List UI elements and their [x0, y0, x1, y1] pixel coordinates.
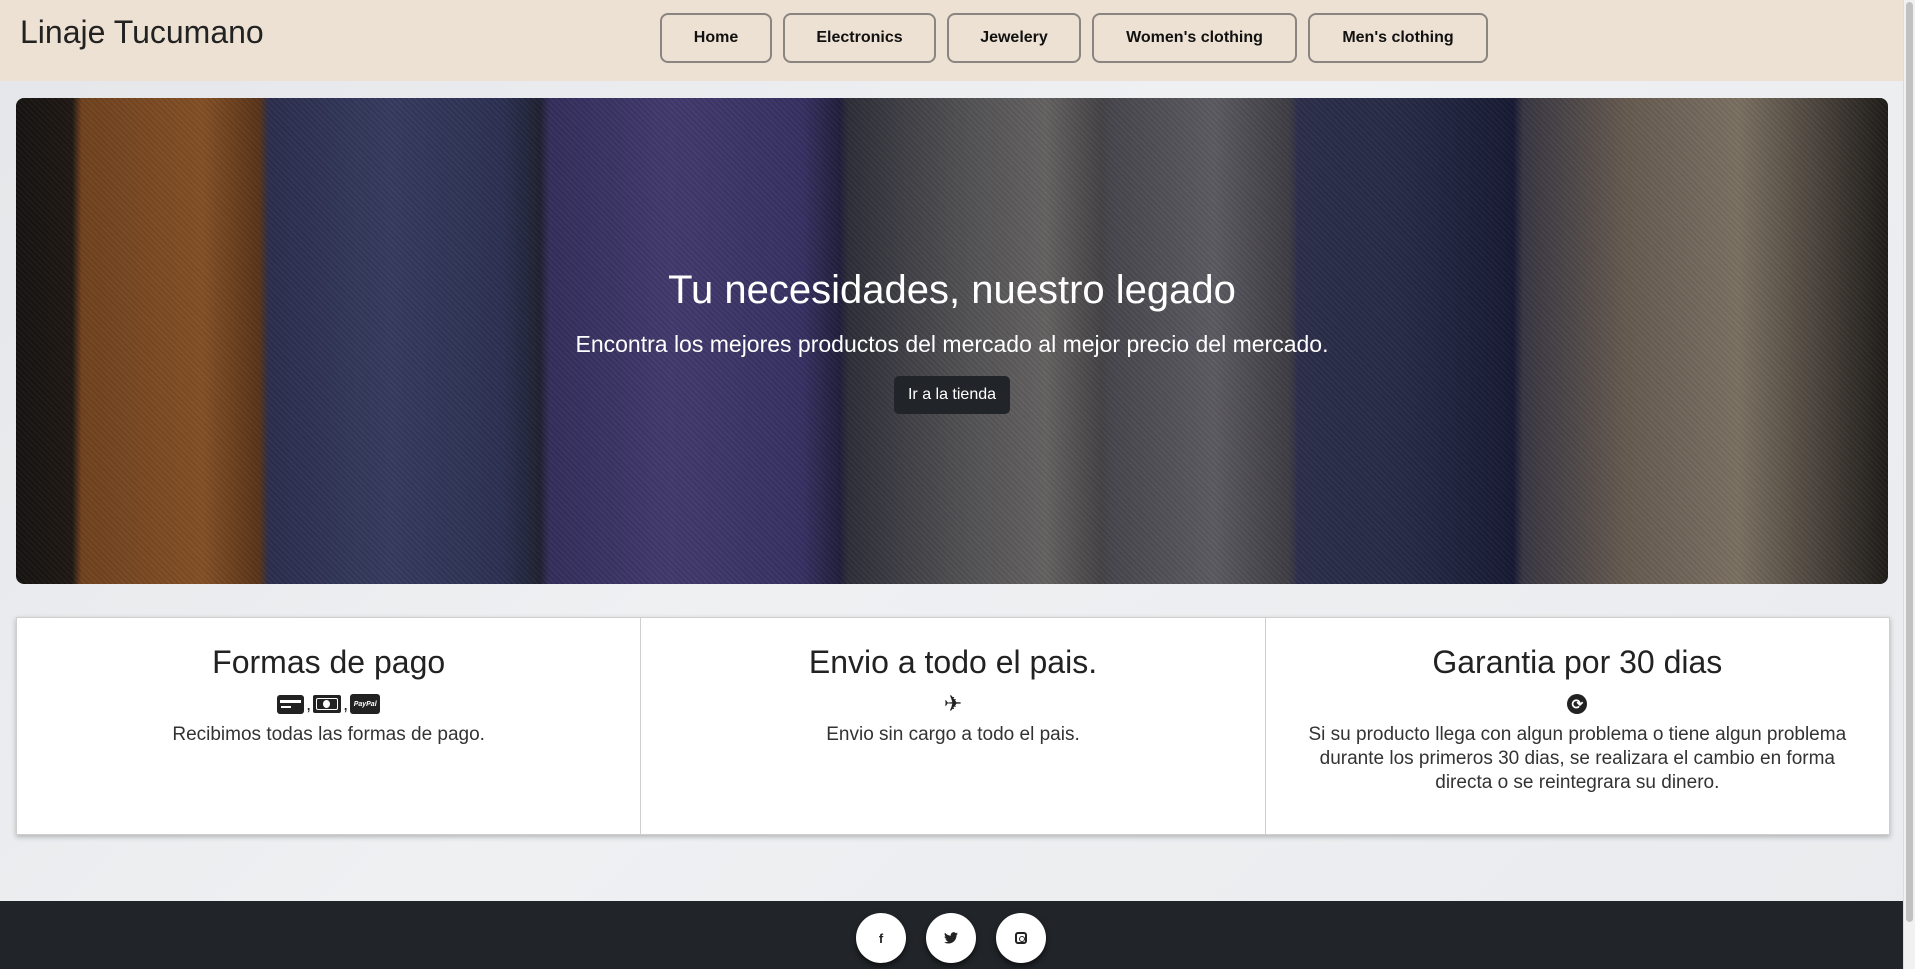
nav-mens-clothing-button[interactable]: Men's clothing [1308, 13, 1488, 63]
shipping-icons: ✈ [641, 691, 1264, 717]
footer: f [0, 901, 1904, 969]
airplane-icon: ✈ [943, 691, 963, 716]
brand-title[interactable]: Linaje Tucumano [20, 14, 264, 51]
credit-card-icon [277, 694, 305, 714]
social-links: f [856, 913, 1046, 963]
feature-payment-text: Recibimos todas las formas de pago. [172, 724, 485, 745]
feature-shipping: Envio a todo el pais. ✈ Envio sin cargo … [641, 618, 1266, 834]
cash-icon [313, 695, 342, 713]
feature-warranty: Garantia por 30 dias ⟳ Si su producto ll… [1266, 618, 1889, 834]
sync-icon: ⟳ [1567, 694, 1588, 714]
payment-icons: , , PayPal [17, 691, 640, 717]
facebook-icon[interactable]: f [856, 913, 906, 963]
feature-payment-title: Formas de pago [212, 644, 446, 680]
go-to-store-button[interactable]: Ir a la tienda [894, 376, 1010, 414]
feature-shipping-title: Envio a todo el pais. [808, 644, 1098, 680]
nav-jewelery-button[interactable]: Jewelery [947, 13, 1081, 63]
nav-home-button[interactable]: Home [660, 13, 772, 63]
paypal-icon: PayPal [350, 694, 381, 714]
twitter-icon[interactable] [926, 913, 976, 963]
page-scrollbar[interactable] [1903, 0, 1915, 969]
nav-electronics-button[interactable]: Electronics [783, 13, 936, 63]
feature-warranty-text: Si su producto llega con algun problema … [1308, 724, 1847, 793]
hero-banner: Tu necesidades, nuestro legado Encontra … [16, 98, 1888, 584]
feature-payment: Formas de pago , , PayPal Recibimos toda… [17, 618, 642, 834]
features-panel: Formas de pago , , PayPal Recibimos toda… [16, 617, 1890, 835]
feature-warranty-title: Garantia por 30 dias [1432, 644, 1723, 680]
nav-womens-clothing-button[interactable]: Women's clothing [1092, 13, 1297, 63]
feature-shipping-text: Envio sin cargo a todo el pais. [826, 724, 1080, 745]
top-navbar: Linaje Tucumano Home Electronics Jeweler… [0, 0, 1904, 81]
hero-subtitle: Encontra los mejores productos del merca… [575, 331, 1329, 357]
warranty-icons: ⟳ [1266, 691, 1889, 717]
hero-title: Tu necesidades, nuestro legado [668, 268, 1236, 312]
instagram-icon[interactable] [996, 913, 1046, 963]
main-nav: Home Electronics Jewelery Women's clothi… [660, 13, 1488, 63]
